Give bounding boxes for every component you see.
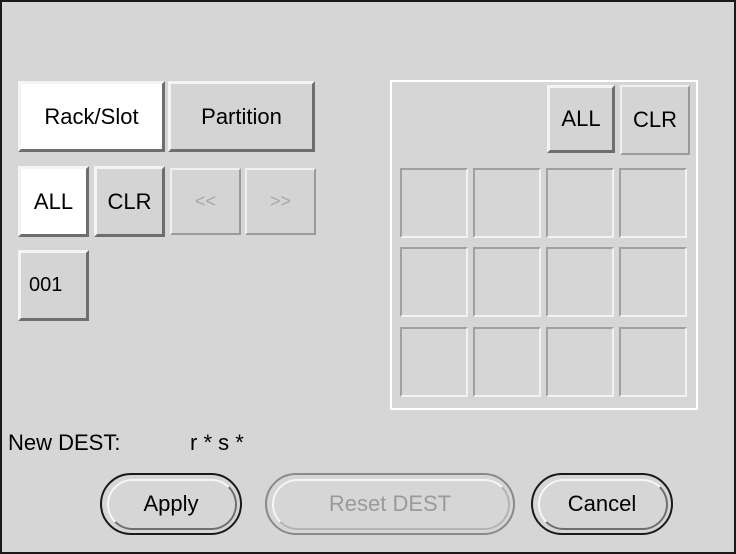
slot-cell[interactable] bbox=[619, 247, 687, 317]
rack-clr-button[interactable]: CLR bbox=[94, 166, 165, 237]
slot-cell[interactable] bbox=[546, 168, 614, 238]
slot-cell[interactable] bbox=[473, 247, 541, 317]
reset-dest-button[interactable]: Reset DEST bbox=[265, 473, 515, 535]
slot-cell[interactable] bbox=[619, 327, 687, 397]
slot-cell[interactable] bbox=[473, 168, 541, 238]
dest-dialog: Rack/Slot Partition ALL CLR << >> 001 AL… bbox=[0, 0, 736, 554]
apply-button[interactable]: Apply bbox=[100, 473, 242, 535]
slot-cell[interactable] bbox=[619, 168, 687, 238]
slot-cell[interactable] bbox=[473, 327, 541, 397]
prev-page-button[interactable]: << bbox=[170, 168, 241, 235]
rack-slot-tab[interactable]: Rack/Slot bbox=[18, 81, 165, 152]
slot-cell[interactable] bbox=[400, 168, 468, 238]
new-dest-value: r * s * bbox=[190, 430, 244, 455]
rack-item-001[interactable]: 001 bbox=[18, 250, 89, 321]
new-dest-label: New DEST: bbox=[8, 430, 121, 455]
cancel-button[interactable]: Cancel bbox=[531, 473, 673, 535]
slot-clr-button[interactable]: CLR bbox=[620, 85, 690, 155]
slot-cell[interactable] bbox=[546, 327, 614, 397]
slot-all-button[interactable]: ALL bbox=[547, 85, 615, 153]
next-page-button[interactable]: >> bbox=[245, 168, 316, 235]
partition-tab[interactable]: Partition bbox=[168, 81, 315, 152]
slot-cell[interactable] bbox=[400, 327, 468, 397]
slot-cell[interactable] bbox=[400, 247, 468, 317]
slot-cell[interactable] bbox=[546, 247, 614, 317]
slot-grid-panel: ALL CLR bbox=[390, 80, 698, 410]
rack-all-button[interactable]: ALL bbox=[18, 166, 89, 237]
